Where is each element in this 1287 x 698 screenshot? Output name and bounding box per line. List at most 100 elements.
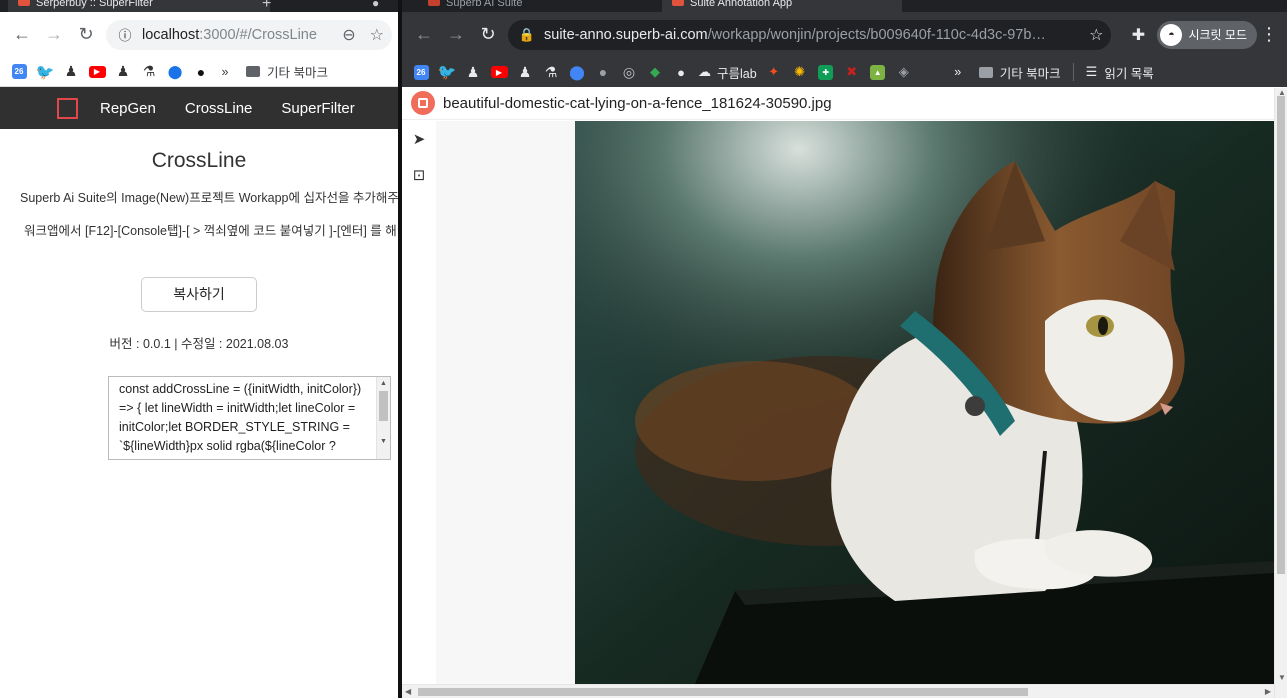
bookmark-chess-1[interactable]: ♟ [460,60,486,84]
bookmark-github[interactable]: ● [590,60,616,84]
nav-link-repgen[interactable]: RepGen [100,100,156,117]
back-arrow-icon[interactable]: ← [6,19,38,51]
forward-arrow-icon[interactable]: → [440,19,472,51]
nav-link-superfilter[interactable]: SuperFilter [281,100,354,117]
twitter-icon: 🐦 [437,64,457,81]
bookmark-image[interactable]: ▲ [865,60,891,84]
image-filename: beautiful-domestic-cat-lying-on-a-fence_… [443,94,832,112]
tab-search-icon[interactable]: ● [372,0,379,10]
bookmark-calendar[interactable]: 26 [408,60,434,84]
bookmark-star-icon[interactable]: ☆ [370,25,384,45]
superb-ai-logo-icon[interactable] [411,91,435,115]
bookmark-chess-2[interactable]: ♟ [110,60,136,84]
calendar-day: 26 [416,67,426,77]
tab-superfilter[interactable]: Serperbuy :: SuperFilter × [8,0,270,12]
reload-icon[interactable]: ↻ [472,19,504,51]
bookmark-figma[interactable]: ✦ [761,60,787,84]
bookmark-chess-2[interactable]: ♟ [512,60,538,84]
bookmark-calendar[interactable]: 26 [6,60,32,84]
bookmark-red[interactable]: ✖ [839,60,865,84]
bookmark-flask[interactable]: ⚗ [538,60,564,84]
layers-icon: ◈ [898,64,909,79]
scroll-down-icon[interactable]: ▼ [380,438,387,445]
scrollbar-thumb[interactable] [1277,96,1285,574]
scrollbar-thumb[interactable] [418,688,1028,696]
new-tab-button[interactable]: + [262,0,271,12]
right-browser-window: Superb AI Suite Suite Annotation App × ←… [402,0,1287,698]
zoom-icon[interactable]: ⊖ [342,25,355,45]
tab-superb-ai-suite[interactable]: Superb AI Suite [418,0,648,12]
bookmark-cat[interactable]: ◆ [642,60,668,84]
bookmark-chess-1[interactable]: ♟ [58,60,84,84]
info-icon[interactable]: ⓘ [116,25,134,44]
tab-title: Superb AI Suite [446,0,523,9]
url-text: localhost:3000/#/CrossLine [142,27,336,43]
cat-photo [575,121,1274,684]
bookmark-twitter[interactable]: 🐦 [32,60,58,84]
reading-list[interactable]: ☰ 읽기 목록 [1080,63,1160,82]
nav-link-crossline[interactable]: CrossLine [185,100,253,117]
twitter-icon: 🐦 [35,63,55,81]
scroll-down-icon[interactable]: ▼ [1278,673,1286,682]
page-horizontal-scrollbar[interactable]: ◀ ▶ [402,684,1274,698]
add-box-icon[interactable]: ⊡ [402,157,436,193]
flask-icon: ⚗ [544,63,558,80]
code-textarea[interactable]: const addCrossLine = ({initWidth, initCo… [108,376,391,460]
bookmark-pin[interactable]: ⬤ [162,60,188,84]
bookmark-colorful[interactable]: ✺ [787,60,813,84]
address-bar[interactable]: 🔒 suite-anno.superb-ai.com/workapp/wonji… [508,19,1112,50]
annotation-canvas[interactable] [436,121,1274,684]
page-title: CrossLine [151,149,247,172]
incognito-icon: ◓ [1160,23,1183,46]
bookmark-flask[interactable]: ⚗ [136,60,162,84]
cloud-icon: ☁ [698,64,711,79]
bookmark-github[interactable]: ● [188,60,214,84]
bookmark-goorm[interactable]: ☁ 구름lab [694,63,761,82]
extensions-puzzle-icon[interactable]: ✚ [1123,20,1153,50]
bookmarks-overflow-icon[interactable]: » [214,65,236,79]
bookmark-spiral[interactable]: ◎ [616,60,642,84]
address-bar[interactable]: ⓘ localhost:3000/#/CrossLine ⊖ ☆ [106,19,392,50]
tab-suite-annotation-app[interactable]: Suite Annotation App × [662,0,902,12]
app-logo-icon[interactable] [57,97,78,119]
incognito-profile-button[interactable]: ◓ 시크릿 모드 [1157,20,1257,49]
bookmarks-overflow-icon[interactable]: » [947,65,969,79]
copy-button[interactable]: 복사하기 [141,277,257,312]
other-bookmarks-folder[interactable]: 기타 북마크 [973,63,1067,82]
lock-icon[interactable]: 🔒 [518,27,536,43]
reload-icon[interactable]: ↻ [70,19,102,51]
scroll-left-icon[interactable]: ◀ [405,687,411,696]
chess-pawn-icon: ♟ [466,63,480,80]
bookmark-youtube[interactable]: ▶ [84,60,110,84]
scroll-up-icon[interactable]: ▲ [380,380,387,387]
reading-list-label: 읽기 목록 [1104,66,1154,81]
folder-label: 기타 북마크 [999,66,1061,81]
bookmark-layers[interactable]: ◈ [891,60,917,84]
other-bookmarks-folder[interactable]: 기타 북마크 [240,62,334,81]
green-plus-icon: ✚ [818,64,834,80]
forward-arrow-icon[interactable]: → [38,19,70,51]
page-vertical-scrollbar[interactable]: ▲ ▼ [1274,88,1287,698]
calendar-icon: 26 [413,64,429,80]
bookmark-label: 구름lab [717,66,757,81]
bookmark-user[interactable]: ● [668,60,694,84]
select-cursor-icon[interactable]: ➤ [402,121,436,157]
url-host: suite-anno.superb-ai.com [544,26,708,43]
bookmark-twitter[interactable]: 🐦 [434,60,460,84]
bookmark-green-plus[interactable]: ✚ [813,60,839,84]
code-scrollbar[interactable]: ▲ ▼ [376,377,390,459]
back-arrow-icon[interactable]: ← [408,19,440,51]
page-description: Superb Ai Suite의 Image(New)프로젝트 Workapp에… [20,191,398,205]
tab-strip: Superb AI Suite Suite Annotation App × [402,0,1287,12]
red-figure-icon: ✖ [846,64,858,79]
profile-label: 시크릿 모드 [1188,28,1247,42]
bookmark-star-icon[interactable]: ☆ [1089,25,1103,45]
scroll-right-icon[interactable]: ▶ [1265,687,1271,696]
more-menu-icon[interactable]: ⋮ [1257,20,1281,50]
tab-strip: Serperbuy :: SuperFilter × + ● [0,0,398,12]
bookmark-maps[interactable]: ⬤ [564,60,590,84]
scrollbar-thumb[interactable] [379,391,388,421]
right-bookmarks-bar: 26 🐦 ♟ ▶ ♟ ⚗ ⬤ ● ◎ ◆ ● ☁ 구름lab ✦ ✺ ✚ ✖ ▲… [402,57,1287,87]
folder-icon [246,66,260,77]
bookmark-youtube[interactable]: ▶ [486,60,512,84]
